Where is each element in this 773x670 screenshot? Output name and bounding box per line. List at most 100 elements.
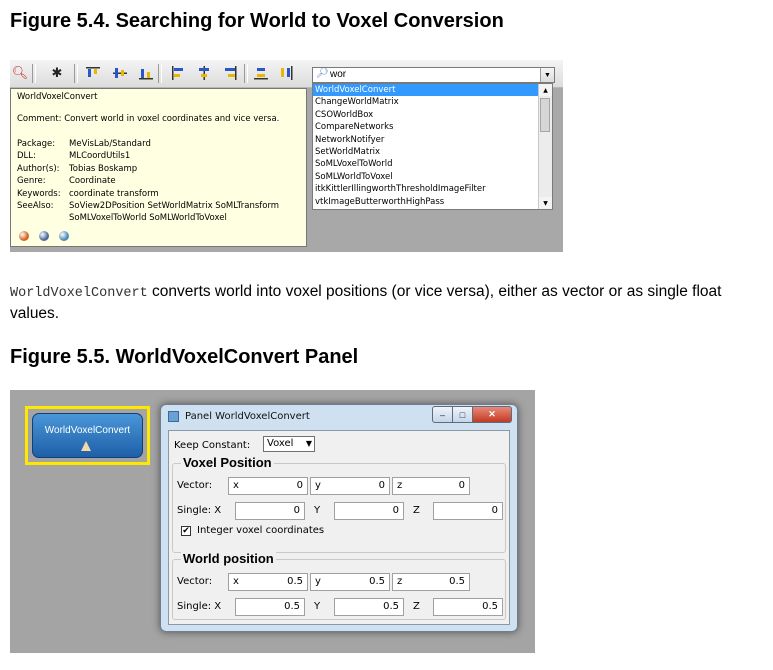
field-value: 0 xyxy=(378,480,385,491)
align-top-icon[interactable] xyxy=(85,65,101,81)
figure-title: Figure 5.5. WorldVoxelConvert Panel xyxy=(10,346,359,368)
world-vector-y-field[interactable]: y 0.5 xyxy=(310,573,390,591)
keep-constant-label: Keep Constant: xyxy=(174,440,251,451)
search-result-item[interactable]: SetWorldMatrix xyxy=(313,146,539,158)
tooltip-row-value: SoView2DPosition SetWorldMatrix SoMLTran… xyxy=(69,201,280,211)
window-title: Panel WorldVoxelConvert xyxy=(185,411,310,422)
module-search-screenshot: 🔍︎ ✱ 🔎︎ ▼ xyxy=(10,60,563,252)
field-value: 0.5 xyxy=(383,601,399,612)
tooltip-row-key: SeeAlso: xyxy=(17,201,54,211)
search-result-item[interactable]: ChangeWorldMatrix xyxy=(313,96,539,108)
search-result-item[interactable]: SoMLWorldToVoxel xyxy=(313,171,539,183)
single-y-label: Y xyxy=(314,601,321,612)
module-search-combobox[interactable]: 🔎︎ ▼ xyxy=(312,67,555,83)
module-status-icon xyxy=(19,231,29,241)
module-info-tooltip: WorldVoxelConvert Comment: Convert world… xyxy=(10,88,307,247)
scroll-up-icon[interactable]: ▲ xyxy=(539,84,552,96)
scroll-down-icon[interactable]: ▼ xyxy=(539,197,552,209)
chevron-down-icon: ▼ xyxy=(305,439,312,448)
axis-label: y xyxy=(315,576,321,587)
field-value: 0 xyxy=(491,505,498,516)
toolbar-separator xyxy=(74,64,78,83)
bug-icon[interactable]: ✱ xyxy=(49,65,65,81)
tooltip-row-value: SoMLVoxelToWorld SoMLWorldToVoxel xyxy=(69,213,227,224)
chevron-down-icon[interactable]: ▼ xyxy=(540,68,554,82)
align-center-horizontal-icon[interactable] xyxy=(196,65,212,81)
toolbar-separator xyxy=(158,64,162,83)
align-left-icon[interactable] xyxy=(170,65,186,81)
close-button[interactable]: ✕ xyxy=(472,406,512,423)
results-scrollbar[interactable]: ▲ ▼ xyxy=(538,84,552,209)
integer-voxel-label[interactable]: Integer voxel coordinates xyxy=(197,525,324,536)
vector-label: Vector: xyxy=(177,576,213,587)
voxel-vector-x-field[interactable]: x 0 xyxy=(228,477,308,495)
panel-window: Panel WorldVoxelConvert – □ ✕ Keep Const… xyxy=(160,404,518,632)
module-search-input[interactable] xyxy=(330,68,530,81)
integer-voxel-checkbox[interactable]: ✔ xyxy=(181,526,191,536)
world-single-x-field[interactable]: 0.5 xyxy=(235,598,305,616)
distribute-vertical-icon[interactable] xyxy=(278,65,294,81)
world-single-z-field[interactable]: 0.5 xyxy=(433,598,503,616)
tooltip-row-value: coordinate transform xyxy=(69,188,159,199)
search-results-list[interactable]: WorldVoxelConvert ChangeWorldMatrix CSOWor… xyxy=(312,83,553,210)
voxel-single-y-field[interactable]: 0 xyxy=(334,502,404,520)
module-panel-screenshot: WorldVoxelConvert Panel WorldVoxelConver… xyxy=(10,390,535,653)
search-result-item[interactable]: vtkImageButterworthHighPass xyxy=(313,196,539,208)
align-bottom-icon[interactable] xyxy=(138,65,154,81)
single-y-label: Y xyxy=(314,505,321,516)
panel-content: Keep Constant: Voxel ▼ Voxel Position Ve… xyxy=(168,430,510,625)
search-result-item[interactable]: CSOWorldBox xyxy=(313,109,539,121)
group-title: World position xyxy=(181,551,276,566)
module-name-code: WorldVoxelConvert xyxy=(10,286,148,301)
tooltip-row-value: Tobias Boskamp xyxy=(69,163,138,174)
distribute-horizontal-icon[interactable] xyxy=(253,65,269,81)
group-title: Voxel Position xyxy=(181,455,274,470)
axis-label: z xyxy=(397,576,403,587)
module-inventor-icon xyxy=(59,231,69,241)
module-type-icon xyxy=(39,231,49,241)
search-result-item[interactable]: itkKittlerIllingworthThresholdImageFilte… xyxy=(313,183,539,195)
description-paragraph: WorldVoxelConvert converts world into vo… xyxy=(10,282,770,324)
axis-label: z xyxy=(397,480,403,491)
search-result-item[interactable]: CompareNetworks xyxy=(313,121,539,133)
tooltip-row-key: Package: xyxy=(17,139,56,149)
tooltip-row-key: DLL: xyxy=(17,151,36,162)
single-z-label: Z xyxy=(413,601,420,612)
module-selection-frame: WorldVoxelConvert xyxy=(25,406,150,465)
maximize-button[interactable]: □ xyxy=(452,406,473,423)
toolbar-separator xyxy=(32,64,36,83)
search-result-item[interactable]: NetworkNotifyer xyxy=(313,134,539,146)
tooltip-row-key: Author(s): xyxy=(17,163,60,174)
world-vector-x-field[interactable]: x 0.5 xyxy=(228,573,308,591)
search-result-item[interactable]: WorldVoxelConvert xyxy=(313,84,539,97)
window-titlebar[interactable]: Panel WorldVoxelConvert – □ ✕ xyxy=(161,405,517,429)
voxel-position-group: Voxel Position Vector: x 0 y 0 z 0 Singl… xyxy=(172,455,506,553)
tooltip-row-key: Genre: xyxy=(17,176,46,187)
align-right-icon[interactable] xyxy=(222,65,238,81)
tooltip-comment: Comment: Convert world in voxel coordina… xyxy=(17,114,280,124)
field-value: 0 xyxy=(293,505,300,516)
tooltip-module-name: WorldVoxelConvert xyxy=(17,92,98,102)
keep-constant-select[interactable]: Voxel ▼ xyxy=(263,436,315,452)
figure-title: Figure 5.4. Searching for World to Voxel… xyxy=(10,10,504,32)
voxel-vector-y-field[interactable]: y 0 xyxy=(310,477,390,495)
module-node-label: WorldVoxelConvert xyxy=(44,425,131,436)
voxel-vector-z-field[interactable]: z 0 xyxy=(392,477,470,495)
minimize-button[interactable]: – xyxy=(432,406,453,423)
align-center-vertical-icon[interactable] xyxy=(112,65,128,81)
world-single-y-field[interactable]: 0.5 xyxy=(334,598,404,616)
vector-label: Vector: xyxy=(177,480,213,491)
voxel-single-z-field[interactable]: 0 xyxy=(433,502,503,520)
module-node[interactable]: WorldVoxelConvert xyxy=(32,413,143,458)
search-result-item[interactable]: SoMLVoxelToWorld xyxy=(313,158,539,170)
world-vector-z-field[interactable]: z 0.5 xyxy=(392,573,470,591)
axis-label: y xyxy=(315,480,321,491)
scroll-thumb[interactable] xyxy=(540,98,550,132)
voxel-single-x-field[interactable]: 0 xyxy=(235,502,305,520)
field-value: 0 xyxy=(296,480,303,491)
axis-label: x xyxy=(233,480,239,491)
tooltip-row-value: MeVisLab/Standard xyxy=(69,139,151,149)
zoom-icon[interactable]: 🔍︎ xyxy=(12,65,29,81)
output-connector-icon[interactable] xyxy=(81,441,91,451)
single-z-label: Z xyxy=(413,505,420,516)
